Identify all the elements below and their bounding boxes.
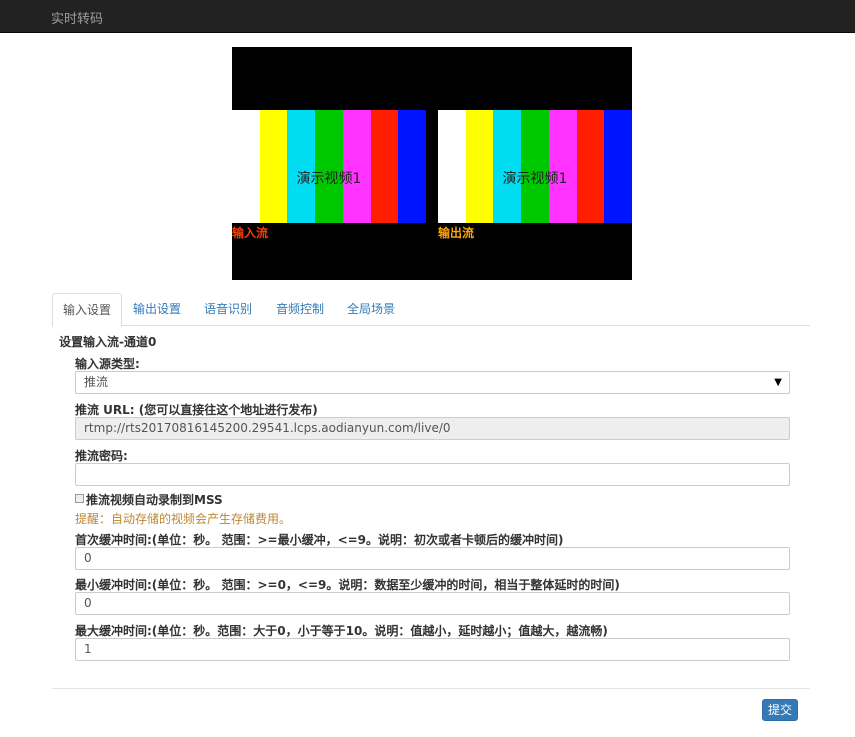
first-buffer-label: 首次缓冲时间:(单位：秒。 范围：>=最小缓冲，<=9。说明：初次或者卡顿后的缓… — [75, 533, 564, 547]
output-video-caption: 演示视频1 — [502, 171, 568, 187]
input-video-caption: 演示视频1 — [296, 171, 362, 187]
auto-record-label: 推流视频自动录制到MSS — [86, 493, 223, 507]
color-bar — [342, 110, 371, 223]
push-url-field[interactable]: rtmp://rts20170816145200.29541.lcps.aodi… — [75, 417, 790, 440]
tab-output-settings[interactable]: 输出设置 — [123, 293, 191, 326]
submit-button[interactable]: 提交 — [762, 699, 798, 721]
top-navbar: 实时转码 — [0, 0, 855, 33]
auto-record-checkbox[interactable] — [75, 494, 84, 503]
min-buffer-field[interactable]: 0 — [75, 592, 790, 615]
color-bar — [287, 110, 316, 223]
first-buffer-field[interactable]: 0 — [75, 547, 790, 570]
tab-global-scene[interactable]: 全局场景 — [337, 293, 405, 326]
color-bar — [604, 110, 633, 223]
color-bar — [232, 110, 260, 223]
video-preview: 演示视频1 输入流 演示视频1 输出流 — [232, 47, 633, 280]
tab-speech-recognition[interactable]: 语音识别 — [194, 293, 262, 326]
min-buffer-label: 最小缓冲时间:(单位：秒。 范围：>=0，<=9。说明：数据至少缓冲的时间，相当… — [75, 578, 620, 592]
output-stream-label: 输出流 — [438, 226, 475, 240]
push-url-label: 推流 URL: (您可以直接往这个地址进行发布) — [75, 403, 318, 417]
form-divider — [52, 688, 810, 689]
app-title[interactable]: 实时转码 — [51, 8, 103, 27]
source-type-select[interactable]: 推流 ▼ — [75, 371, 790, 394]
push-password-field[interactable] — [75, 463, 790, 486]
output-stream-pane: 演示视频1 — [438, 110, 633, 223]
color-bar — [370, 110, 399, 223]
color-bar — [576, 110, 605, 223]
tab-input-settings[interactable]: 输入设置 — [52, 293, 123, 327]
color-bar — [493, 110, 522, 223]
section-title: 设置输入流-通道0 — [59, 335, 157, 349]
color-bar — [438, 110, 466, 223]
max-buffer-label: 最大缓冲时间:(单位：秒。范围：大于0，小于等于10。说明：值越小，延时越小；值… — [75, 624, 608, 638]
input-stream-label: 输入流 — [232, 226, 269, 240]
auto-record-note: 提醒：自动存储的视频会产生存储费用。 — [75, 512, 292, 526]
max-buffer-field[interactable]: 1 — [75, 638, 790, 661]
settings-tabs: 输入设置 输出设置 语音识别 音频控制 全局场景 — [52, 293, 810, 327]
color-bar — [465, 110, 494, 223]
color-bar — [398, 110, 427, 223]
color-bar — [548, 110, 577, 223]
push-password-label: 推流密码: — [75, 449, 128, 463]
input-stream-pane: 演示视频1 — [232, 110, 427, 223]
dropdown-arrow-icon: ▼ — [774, 377, 782, 388]
source-type-value: 推流 — [84, 375, 109, 389]
tab-audio-control[interactable]: 音频控制 — [266, 293, 334, 326]
source-type-label: 输入源类型: — [75, 357, 140, 371]
color-bar — [315, 110, 343, 223]
color-bar — [259, 110, 288, 223]
color-bar — [521, 110, 549, 223]
